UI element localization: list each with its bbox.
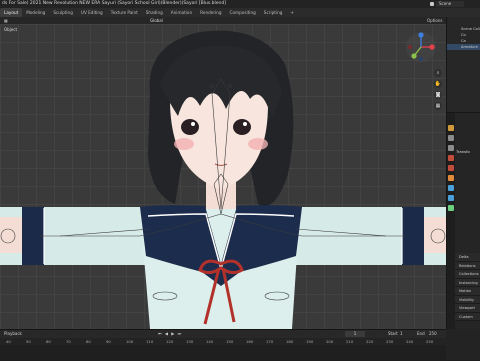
- ruler-tick-label: 210: [346, 339, 354, 344]
- editor-type-icon[interactable]: ▦: [4, 17, 8, 24]
- transform-orientation[interactable]: Global: [150, 17, 163, 24]
- timeline: Playback ⏮ ◀ ▶ ⏭ 1 Start 1 End 250 40 50 6…: [0, 329, 446, 361]
- physics-tab-icon[interactable]: [448, 195, 454, 201]
- ruler-tick-label: 140: [206, 339, 214, 344]
- properties-section-custom[interactable]: Custom: [455, 312, 480, 321]
- scene-selector[interactable]: Scene: [436, 1, 464, 7]
- properties-sections: Delta Relations Collections Instancing Motio…: [455, 253, 480, 321]
- ruler-tick-label: 200: [326, 339, 334, 344]
- tab-modeling[interactable]: Modeling: [22, 8, 49, 17]
- playback-menu[interactable]: Playback: [4, 330, 22, 338]
- character-render: [0, 30, 446, 329]
- start-frame[interactable]: 1: [400, 330, 403, 338]
- ruler-tick-label: 110: [146, 339, 154, 344]
- left-eye: [181, 119, 199, 135]
- tab-uv-editing[interactable]: UV Editing: [77, 8, 107, 17]
- ruler-tick-label: 250: [426, 339, 434, 344]
- start-label: Start: [388, 331, 398, 336]
- current-frame[interactable]: 1: [345, 331, 365, 337]
- ruler-tick-label: 100: [126, 339, 134, 344]
- outliner-panel: Scene Collection Co Ca Armature: [446, 17, 480, 112]
- properties-section-collections[interactable]: Collections: [455, 270, 480, 279]
- end-frame[interactable]: 250: [429, 330, 437, 338]
- tab-compositing[interactable]: Compositing: [226, 8, 260, 17]
- end-label: End: [417, 331, 425, 336]
- tab-texture-paint[interactable]: Texture Paint: [107, 8, 142, 17]
- ruler-tick-label: 180: [286, 339, 294, 344]
- ruler-tick-label: 90: [106, 339, 111, 344]
- properties-panel: Transfo Delta Relations Collections Instanc…: [446, 112, 480, 330]
- add-workspace-button[interactable]: +: [286, 8, 298, 17]
- ruler-tick-label: 50: [26, 339, 31, 344]
- properties-section-delta[interactable]: Delta: [455, 253, 480, 262]
- properties-section-instancing[interactable]: Instancing: [455, 278, 480, 287]
- ruler-tick-label: 70: [66, 339, 71, 344]
- properties-tab-strip: [447, 113, 455, 330]
- timeline-tracks[interactable]: [0, 345, 446, 361]
- ruler-tick-label: 150: [226, 339, 234, 344]
- grid-view-icon[interactable]: ▦: [434, 102, 442, 110]
- transform-header[interactable]: Transfo: [456, 149, 470, 154]
- scene-tab-icon[interactable]: [448, 155, 454, 161]
- tool-tab-icon[interactable]: [448, 125, 454, 131]
- scene-icon[interactable]: [430, 2, 434, 6]
- playback-buttons[interactable]: ⏮ ◀ ▶ ⏭: [158, 330, 182, 338]
- properties-section-viewport[interactable]: Viewport: [455, 304, 480, 313]
- status-corner: [446, 329, 480, 360]
- pan-hand-icon[interactable]: ✋: [434, 80, 442, 88]
- timeline-controls: Playback ⏮ ◀ ▶ ⏭ 1 Start 1 End 250: [0, 330, 446, 338]
- ruler-tick-label: 220: [366, 339, 374, 344]
- world-tab-icon[interactable]: [448, 165, 454, 171]
- ruler-tick-label: 40: [6, 339, 11, 344]
- properties-section-visibility[interactable]: Visibility: [455, 295, 480, 304]
- title-bar: ds For Sale) 2021 New Revolution NEW ERA…: [0, 0, 480, 8]
- workspace-tabs: Layout Modeling Sculpting UV Editing Texture…: [0, 8, 480, 17]
- ruler-tick-label: 160: [246, 339, 254, 344]
- ruler-tick-label: 60: [46, 339, 51, 344]
- tab-layout[interactable]: Layout: [0, 8, 23, 17]
- object-tab-icon[interactable]: [448, 175, 454, 181]
- outliner-row-armature[interactable]: Armature: [447, 44, 480, 50]
- tab-rendering[interactable]: Rendering: [196, 8, 225, 17]
- window-title: ds For Sale) 2021 New Revolution NEW ERA…: [2, 1, 226, 6]
- data-tab-icon[interactable]: [448, 205, 454, 211]
- render-tab-icon[interactable]: [448, 135, 454, 141]
- timeline-ruler[interactable]: 40 50 60 70 80 90 100 110 120 130 140 150 160 170 180 1…: [0, 338, 446, 345]
- axis-gizmo[interactable]: [404, 30, 438, 64]
- ruler-tick-label: 230: [386, 339, 394, 344]
- viewport-header: ▦ Global Options: [0, 17, 446, 24]
- tab-animation[interactable]: Animation: [167, 8, 196, 17]
- ruler-tick-label: 80: [86, 339, 91, 344]
- ruler-tick-label: 190: [306, 339, 314, 344]
- ruler-tick-label: 170: [266, 339, 274, 344]
- zoom-icon[interactable]: ⌕: [434, 69, 442, 77]
- ruler-tick-label: 120: [166, 339, 174, 344]
- tab-shading[interactable]: Shading: [142, 8, 167, 17]
- right-eye: [233, 119, 251, 135]
- tab-scripting[interactable]: Scripting: [260, 8, 287, 17]
- modifier-tab-icon[interactable]: [448, 185, 454, 191]
- ruler-tick-label: 130: [186, 339, 194, 344]
- options-menu[interactable]: Options: [427, 17, 442, 24]
- camera-icon[interactable]: ◙: [434, 91, 442, 99]
- properties-section-relations[interactable]: Relations: [455, 261, 480, 270]
- properties-section-motion[interactable]: Motion: [455, 287, 480, 296]
- 3d-viewport[interactable]: Object ⌕ ✋ ◙ ▦: [0, 24, 446, 329]
- ruler-tick-label: 240: [406, 339, 414, 344]
- tab-sculpting[interactable]: Sculpting: [49, 8, 77, 17]
- output-tab-icon[interactable]: [448, 145, 454, 151]
